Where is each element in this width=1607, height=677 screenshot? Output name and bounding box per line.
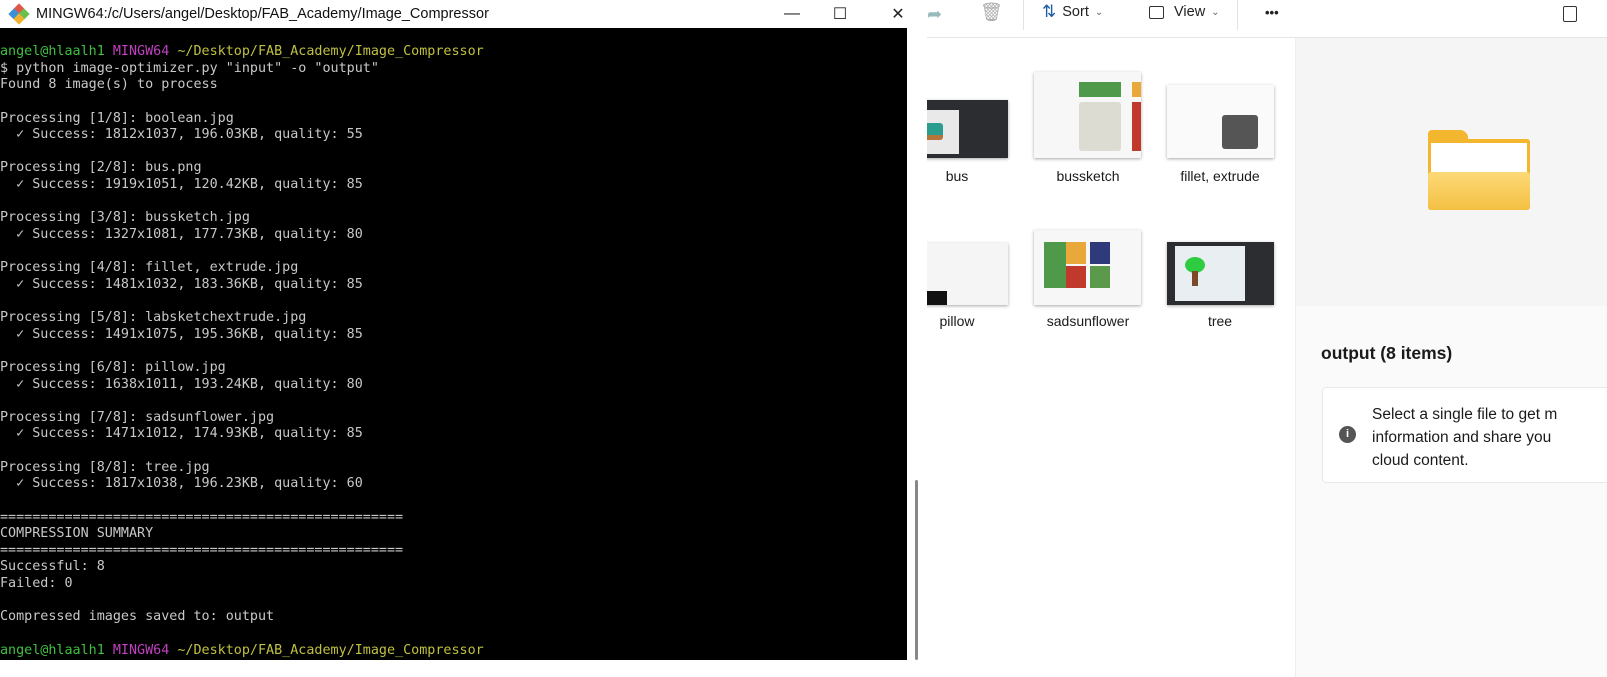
file-label[interactable]: tree — [1155, 313, 1285, 329]
info-card: i Select a single file to get m informat… — [1322, 387, 1607, 483]
details-title: output (8 items) — [1321, 343, 1453, 363]
terminal-line: COMPRESSION SUMMARY — [0, 526, 154, 542]
minimize-button[interactable]: — — [765, 0, 819, 28]
git-logo-icon — [8, 3, 30, 25]
terminal-scrollbar[interactable] — [907, 28, 927, 660]
sort-label: Sort — [1062, 4, 1089, 20]
scrollbar-thumb[interactable] — [915, 480, 918, 660]
terminal-window: MINGW64:/c/Users/angel/Desktop/FAB_Acade… — [0, 0, 927, 677]
prompt-line: angel@hlaalh1 MINGW64 ~/Desktop/FAB_Acad… — [0, 643, 907, 660]
terminal-line: ✓ Success: 1919x1051, 120.42KB, quality:… — [0, 177, 363, 192]
file-label[interactable]: sadsunflower — [1023, 313, 1153, 329]
terminal-bottom-border — [0, 660, 927, 677]
prompt-shell: MINGW64 — [112, 642, 170, 658]
thumbnail-tree[interactable] — [1167, 242, 1274, 305]
prompt-user: angel@hlaalh1 — [0, 642, 105, 658]
terminal-line: Processing [1/8]: boolean.jpg — [0, 110, 234, 126]
prompt-path: ~/Desktop/FAB_Academy/Image_Compressor — [177, 44, 484, 59]
sort-button[interactable]: ⇅ Sort ⌄ — [1042, 0, 1103, 24]
details-pane-icon[interactable] — [1563, 2, 1577, 26]
terminal-line: Failed: 0 — [0, 576, 73, 591]
terminal-line: ========================================… — [0, 509, 404, 525]
terminal-line: Processing [2/8]: bus.png — [0, 160, 202, 176]
toolbar-divider — [1023, 0, 1024, 30]
chevron-down-icon: ⌄ — [1211, 6, 1220, 18]
folder-preview — [1296, 38, 1607, 306]
share-icon[interactable]: ➦ — [927, 2, 942, 26]
view-label: View — [1174, 4, 1206, 20]
sort-icon: ⇅ — [1042, 2, 1057, 21]
thumbnail-sadsunflower[interactable] — [1034, 230, 1141, 305]
terminal-line: ✓ Success: 1491x1075, 195.36KB, quality:… — [0, 326, 363, 342]
file-label[interactable]: bussketch — [1023, 168, 1153, 184]
file-explorer-window: ➦ 🗑 ⇅ Sort ⌄ View ⌄ ••• bus bussketch fille… — [887, 0, 1607, 677]
terminal-line: Processing [6/8]: pillow.jpg — [0, 359, 226, 375]
terminal-line: Processing [7/8]: sadsunflower.jpg — [0, 409, 275, 425]
view-button[interactable]: View ⌄ — [1149, 0, 1220, 24]
terminal-line: Processing [5/8]: labsketchextrude.jpg — [0, 310, 307, 325]
details-pane: output (8 items) i Select a single file … — [1295, 38, 1607, 677]
terminal-line: Processing [4/8]: fillet, extrude.jpg — [0, 260, 299, 276]
terminal-title: MINGW64:/c/Users/angel/Desktop/FAB_Acade… — [36, 6, 489, 22]
chevron-down-icon: ⌄ — [1094, 6, 1104, 18]
prompt-path: ~/Desktop/FAB_Academy/Image_Compressor — [177, 642, 484, 658]
terminal-output[interactable]: angel@hlaalh1 MINGW64 ~/Desktop/FAB_Acad… — [0, 28, 907, 660]
info-text: information and share you — [1372, 429, 1552, 446]
terminal-line: Successful: 8 — [0, 559, 105, 575]
file-label[interactable]: fillet, extrude — [1155, 168, 1285, 184]
prompt-user: angel@hlaalh1 — [0, 44, 105, 59]
terminal-line: ✓ Success: 1817x1038, 196.23KB, quality:… — [0, 476, 363, 492]
close-button[interactable]: ✕ — [871, 0, 925, 28]
folder-icon — [1428, 130, 1530, 210]
terminal-title-bar[interactable]: MINGW64:/c/Users/angel/Desktop/FAB_Acade… — [0, 0, 927, 28]
info-text: cloud content. — [1372, 452, 1469, 469]
view-icon — [1149, 5, 1164, 19]
maximize-button[interactable]: ☐ — [813, 0, 867, 28]
delete-icon[interactable]: 🗑 — [980, 0, 1003, 24]
thumbnail-fillet-extrude[interactable] — [1167, 85, 1274, 158]
file-grid: bus bussketch fillet, extrude pillow sad… — [887, 38, 1295, 677]
terminal-line: Compressed images saved to: output — [0, 609, 275, 625]
terminal-line: ✓ Success: 1638x1011, 193.24KB, quality:… — [0, 376, 363, 392]
terminal-line: ========================================… — [0, 542, 404, 558]
terminal-line: ✓ Success: 1471x1012, 174.93KB, quality:… — [0, 426, 363, 442]
prompt-shell: MINGW64 — [112, 44, 170, 59]
prompt-line: angel@hlaalh1 MINGW64 ~/Desktop/FAB_Acad… — [0, 44, 907, 61]
info-text: Select a single file to get m — [1372, 406, 1558, 423]
terminal-line: ✓ Success: 1481x1032, 183.36KB, quality:… — [0, 276, 363, 292]
terminal-line: Processing [8/8]: tree.jpg — [0, 459, 210, 475]
more-options-button[interactable]: ••• — [1265, 0, 1279, 24]
terminal-line: ✓ Success: 1812x1037, 196.03KB, quality:… — [0, 127, 363, 143]
info-icon: i — [1339, 426, 1356, 443]
explorer-toolbar: ➦ 🗑 ⇅ Sort ⌄ View ⌄ ••• — [927, 0, 1607, 38]
terminal-line: Processing [3/8]: bussketch.jpg — [0, 210, 250, 226]
toolbar-divider — [1237, 0, 1238, 30]
thumbnail-bussketch[interactable] — [1034, 72, 1141, 158]
terminal-line: Found 8 image(s) to process — [0, 77, 218, 93]
terminal-line: $ python image-optimizer.py "input" -o "… — [0, 60, 379, 76]
terminal-line: ✓ Success: 1327x1081, 177.73KB, quality:… — [0, 226, 363, 242]
